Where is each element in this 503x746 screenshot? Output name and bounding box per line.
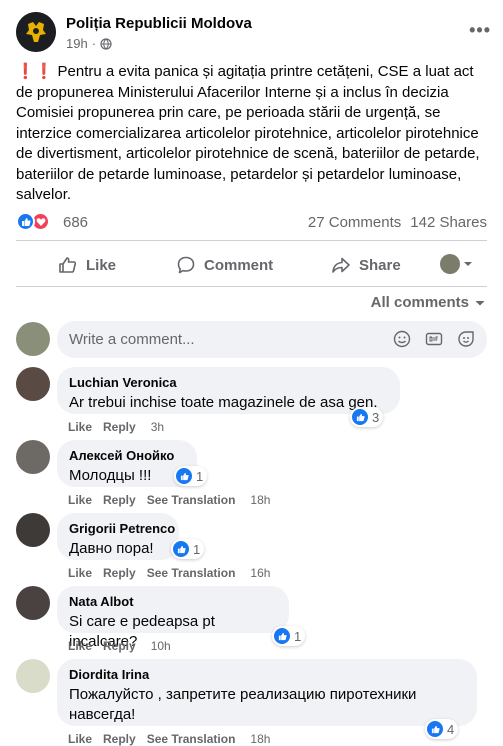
gif-icon[interactable]: [425, 330, 443, 348]
post-stats: 27 Comments 142 Shares: [308, 214, 487, 231]
avatar[interactable]: [16, 659, 50, 693]
see-translation-link[interactable]: See Translation: [147, 732, 236, 746]
police-logo-icon: [16, 12, 56, 52]
comment-reactions[interactable]: 1: [272, 626, 306, 646]
like-reaction-icon: [173, 541, 189, 557]
comment-reaction-count: 3: [372, 409, 380, 425]
comment-like-button[interactable]: Like: [68, 566, 92, 580]
share-icon: [332, 257, 350, 273]
reactions-bar: 686 27 Comments 142 Shares: [16, 212, 487, 234]
comment-reactions[interactable]: 1: [174, 466, 208, 486]
comment-reaction-count: 1: [193, 541, 201, 557]
comment-reply-button[interactable]: Reply: [103, 493, 136, 507]
comments-count[interactable]: 27 Comments: [308, 214, 401, 231]
comment-time[interactable]: 10h: [151, 639, 171, 653]
reaction-audience-selector[interactable]: [440, 254, 473, 274]
post-text-content: Pentru a evita panica și agitația printr…: [16, 63, 480, 203]
like-label: Like: [86, 256, 117, 274]
reaction-icons[interactable]: [16, 212, 50, 231]
comment-time[interactable]: 3h: [151, 420, 164, 434]
like-reaction-icon: [427, 721, 443, 737]
comment-bubble: Nata Albot Si care e pedeapsa pt incalca…: [57, 586, 289, 650]
emoji-icon[interactable]: [393, 330, 411, 348]
comment-reactions[interactable]: 3: [350, 407, 384, 427]
comment-reaction-count: 4: [447, 721, 455, 737]
comment-reaction-count: 1: [294, 628, 302, 644]
exclamation-emoji: ❗❗: [16, 63, 54, 80]
commenter-name[interactable]: Grigorii Petrenco: [69, 521, 175, 537]
avatar[interactable]: [16, 367, 50, 401]
more-icon[interactable]: •••: [469, 20, 491, 41]
comment-reactions[interactable]: 4: [425, 719, 459, 739]
viewer-avatar: [440, 254, 460, 274]
comment-reactions[interactable]: 1: [171, 539, 205, 559]
comment-actions: Like Reply See Translation 16h: [68, 566, 270, 580]
commenter-name[interactable]: Diordita Irina: [69, 667, 465, 683]
post-text: ❗❗ Pentru a evita panica și agitația pri…: [16, 62, 488, 206]
post-actions: Like Comment Share: [16, 247, 487, 283]
comment-text: Давно пора!: [69, 540, 154, 557]
commenter-name[interactable]: Алексей Онойко: [69, 448, 185, 464]
avatar[interactable]: [16, 586, 50, 620]
avatar[interactable]: [16, 513, 50, 547]
post-meta: 19h ·: [66, 36, 112, 51]
comment-actions: Like Reply 3h: [68, 420, 164, 434]
page-avatar[interactable]: [16, 12, 56, 52]
comment-reply-button[interactable]: Reply: [103, 566, 136, 580]
like-reaction-icon: [274, 628, 290, 644]
shares-count[interactable]: 142 Shares: [410, 214, 487, 231]
reactions-count[interactable]: 686: [63, 214, 88, 231]
comment-reaction-count: 1: [196, 468, 204, 484]
comment-reply-button[interactable]: Reply: [103, 732, 136, 746]
comment-label: Comment: [204, 256, 274, 274]
comment-bubble: Luchian Veronica Ar trebui inchise toate…: [57, 367, 400, 414]
see-translation-link[interactable]: See Translation: [147, 566, 236, 580]
comment-actions: Like Reply See Translation 18h: [68, 493, 270, 507]
comment-text: Молодцы !!!: [69, 467, 152, 484]
commenter-name[interactable]: Luchian Veronica: [69, 375, 388, 391]
like-reaction-icon: [352, 409, 368, 425]
share-label: Share: [359, 256, 401, 274]
globe-icon: [100, 37, 112, 50]
thumbs-up-icon: [59, 257, 77, 273]
comment-filter-dropdown[interactable]: All comments: [371, 294, 485, 311]
post-header: Poliția Republicii Moldova 19h · •••: [16, 12, 491, 56]
caret-down-icon: [464, 262, 472, 266]
composer-icons: [393, 330, 475, 348]
comment-bubble: Grigorii Petrenco Давно пора!: [57, 513, 179, 560]
comment-time[interactable]: 16h: [250, 566, 270, 580]
caret-down-icon: [475, 300, 485, 305]
comment-like-button[interactable]: Like: [68, 420, 92, 434]
comment-like-button[interactable]: Like: [68, 493, 92, 507]
commenter-name[interactable]: Nata Albot: [69, 594, 277, 610]
all-comments-label: All comments: [370, 294, 469, 311]
share-button[interactable]: Share: [331, 247, 401, 283]
comment-actions: Like Reply 10h: [68, 639, 171, 653]
like-reaction-icon: [16, 212, 35, 231]
comment-composer: [16, 321, 487, 359]
comment-time[interactable]: 18h: [250, 493, 270, 507]
comment-like-button[interactable]: Like: [68, 732, 92, 746]
comment-actions: Like Reply See Translation 18h: [68, 732, 270, 746]
comment-text: Пожалуйсто , запретите реализацию пироте…: [69, 686, 417, 723]
comment-like-button[interactable]: Like: [68, 639, 92, 653]
current-user-avatar[interactable]: [16, 322, 50, 356]
see-translation-link[interactable]: See Translation: [147, 493, 236, 507]
comment-text: Ar trebui inchise toate magazinele de as…: [69, 394, 378, 411]
divider: [16, 240, 487, 241]
avatar[interactable]: [16, 440, 50, 474]
comment-reply-button[interactable]: Reply: [103, 420, 136, 434]
page-name[interactable]: Poliția Republicii Moldova: [66, 15, 252, 32]
post-time[interactable]: 19h: [66, 36, 88, 51]
comment-button[interactable]: Comment: [176, 247, 273, 283]
sticker-icon[interactable]: [457, 330, 475, 348]
comment-icon: [177, 256, 195, 274]
like-reaction-icon: [176, 468, 192, 484]
comment-time[interactable]: 18h: [250, 732, 270, 746]
divider: [16, 286, 487, 287]
like-button[interactable]: Like: [58, 247, 116, 283]
comment-bubble: Diordita Irina Пожалуйсто , запретите ре…: [57, 659, 477, 726]
comment-reply-button[interactable]: Reply: [103, 639, 136, 653]
